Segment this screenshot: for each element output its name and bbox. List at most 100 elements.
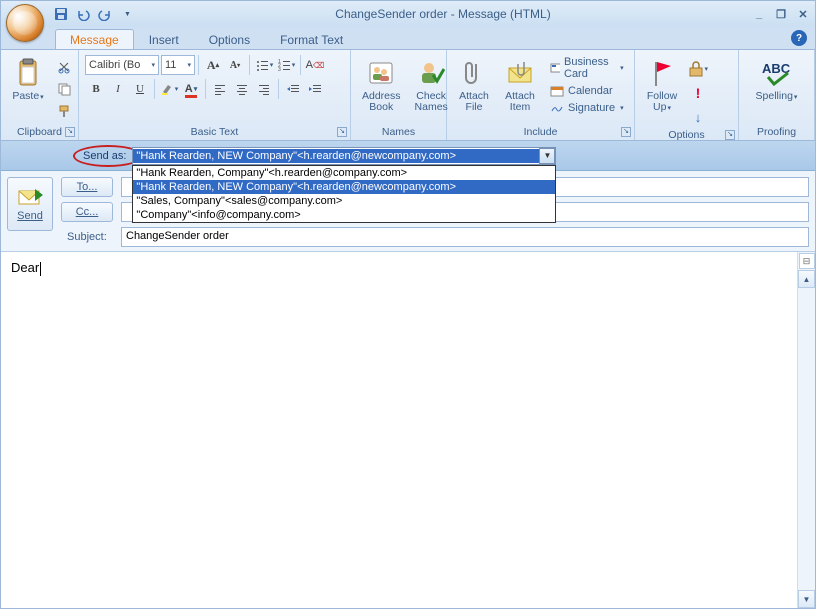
scroll-up-icon[interactable]: ▲ (798, 270, 815, 288)
send-as-dropdown: "Hank Rearden, Company"<h.rearden@compan… (132, 165, 556, 223)
italic-button[interactable]: I (107, 78, 129, 100)
check-names-icon (415, 57, 447, 89)
close-button[interactable]: ✕ (795, 7, 811, 21)
office-button[interactable] (6, 4, 44, 42)
attach-file-button[interactable]: Attach File (453, 54, 495, 116)
group-clipboard: Paste▾ Clipboard↘ (1, 50, 79, 140)
vertical-scrollbar[interactable]: ⊟ ▲ ▼ (797, 252, 815, 608)
calendar-button[interactable]: Calendar (545, 83, 629, 99)
align-left-icon[interactable] (209, 78, 231, 100)
save-icon[interactable] (53, 6, 69, 22)
permission-icon[interactable]: ▾ (687, 58, 709, 80)
cut-icon[interactable] (53, 56, 75, 78)
paperclip-icon (458, 57, 490, 89)
basictext-dialog-launcher[interactable]: ↘ (337, 127, 347, 137)
to-button[interactable]: To... (61, 177, 113, 197)
send-as-label: Send as: (83, 150, 126, 162)
undo-icon[interactable] (75, 6, 91, 22)
group-proofing: ABC Spelling▾ Proofing (739, 50, 815, 140)
redo-icon[interactable] (97, 6, 113, 22)
options-dialog-launcher[interactable]: ↘ (725, 130, 735, 140)
address-book-icon (365, 57, 397, 89)
decrease-indent-icon[interactable] (282, 78, 304, 100)
qat-more-icon[interactable]: ▼ (119, 6, 135, 22)
font-color-icon[interactable]: A▾ (180, 78, 202, 100)
attach-file-label: Attach File (459, 91, 489, 113)
follow-up-button[interactable]: Follow Up▾ (641, 54, 683, 117)
flag-icon (646, 57, 678, 89)
group-include: Attach File Attach Item Business Card▾ C… (447, 50, 635, 140)
title-bar: ▼ ChangeSender order - Message (HTML) _ … (1, 1, 815, 27)
ruler-toggle-icon[interactable]: ⊟ (799, 253, 815, 269)
highlight-icon[interactable]: ▾ (158, 78, 180, 100)
scroll-down-icon[interactable]: ▼ (798, 590, 815, 608)
send-as-selected: "Hank Rearden, NEW Company"<h.rearden@ne… (133, 149, 539, 163)
cc-button[interactable]: Cc... (61, 202, 113, 222)
business-card-button[interactable]: Business Card▾ (545, 54, 629, 82)
calendar-icon (550, 85, 564, 97)
paste-button[interactable]: Paste▾ (7, 54, 49, 106)
spelling-button[interactable]: ABC Spelling▾ (751, 54, 803, 106)
ribbon-tabs: Message Insert Options Format Text ? (1, 27, 815, 49)
group-label-basictext: Basic Text (191, 126, 239, 138)
svg-text:3: 3 (278, 67, 281, 72)
shrink-font-icon[interactable]: A▾ (224, 54, 246, 76)
send-as-combo[interactable]: "Hank Rearden, NEW Company"<h.rearden@ne… (132, 147, 556, 165)
bold-button[interactable]: B (85, 78, 107, 100)
align-center-icon[interactable] (231, 78, 253, 100)
grow-font-icon[interactable]: A▴ (202, 54, 224, 76)
send-as-option[interactable]: "Sales, Company"<sales@company.com> (133, 194, 555, 208)
send-as-bar: Send as: "Hank Rearden, NEW Company"<h.r… (1, 141, 815, 171)
format-painter-icon[interactable] (53, 100, 75, 122)
card-icon (550, 62, 560, 74)
app-window: ▼ ChangeSender order - Message (HTML) _ … (0, 0, 816, 609)
group-label-options: Options (668, 129, 704, 141)
send-as-option[interactable]: "Hank Rearden, NEW Company"<h.rearden@ne… (133, 180, 555, 194)
attach-item-button[interactable]: Attach Item (499, 54, 541, 116)
send-button[interactable]: Send (7, 177, 53, 231)
group-label-clipboard: Clipboard (17, 126, 62, 138)
address-book-label: Address Book (362, 91, 401, 113)
bullets-icon[interactable]: ▾ (253, 54, 275, 76)
scroll-track[interactable] (798, 288, 815, 590)
clear-formatting-icon[interactable]: A⌫ (304, 54, 326, 76)
quick-access-toolbar: ▼ (53, 6, 135, 22)
restore-button[interactable]: ❐ (773, 7, 789, 21)
window-title: ChangeSender order - Message (HTML) (135, 7, 751, 21)
tab-format-text[interactable]: Format Text (265, 29, 358, 49)
subject-field[interactable]: ChangeSender order (121, 227, 809, 247)
ribbon: Paste▾ Clipboard↘ Calibri (Bo▾ 11▾ A▴ A▾ (1, 49, 815, 141)
signature-icon (550, 102, 564, 114)
tab-insert[interactable]: Insert (134, 29, 194, 49)
minimize-button[interactable]: _ (751, 7, 767, 21)
send-as-option[interactable]: "Hank Rearden, Company"<h.rearden@compan… (133, 166, 555, 180)
tab-options[interactable]: Options (194, 29, 265, 49)
align-right-icon[interactable] (253, 78, 275, 100)
send-label: Send (17, 210, 43, 222)
message-body[interactable]: Dear (1, 252, 797, 608)
clipboard-icon (12, 57, 44, 89)
attach-item-label: Attach Item (505, 91, 535, 113)
underline-button[interactable]: U (129, 78, 151, 100)
paste-label: Paste (12, 90, 39, 102)
help-icon[interactable]: ? (791, 30, 807, 46)
group-names: Address Book Check Names Names (351, 50, 447, 140)
high-importance-icon[interactable]: ! (687, 82, 709, 104)
signature-button[interactable]: Signature▾ (545, 100, 629, 116)
send-as-option[interactable]: "Company"<info@company.com> (133, 208, 555, 222)
clipboard-dialog-launcher[interactable]: ↘ (65, 127, 75, 137)
chevron-down-icon[interactable]: ▼ (539, 148, 555, 164)
copy-icon[interactable] (53, 78, 75, 100)
subject-label: Subject: (61, 227, 113, 247)
group-options: Follow Up▾ ▾ ! ↓ Options ↘ (635, 50, 739, 140)
send-icon (17, 187, 43, 207)
font-size-combo[interactable]: 11▾ (161, 55, 195, 75)
increase-indent-icon[interactable] (304, 78, 326, 100)
numbering-icon[interactable]: 123▾ (275, 54, 297, 76)
low-importance-icon[interactable]: ↓ (687, 106, 709, 128)
include-dialog-launcher[interactable]: ↘ (621, 127, 631, 137)
follow-up-label: Follow Up (647, 90, 677, 113)
font-name-combo[interactable]: Calibri (Bo▾ (85, 55, 159, 75)
tab-message[interactable]: Message (55, 29, 134, 49)
address-book-button[interactable]: Address Book (357, 54, 406, 116)
